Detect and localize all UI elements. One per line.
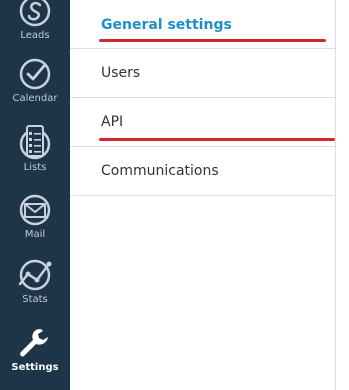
wrench-icon xyxy=(20,329,48,357)
sidebar-item-stats[interactable]: Stats xyxy=(0,258,70,306)
sidebar-item-settings[interactable]: Settings xyxy=(0,326,70,374)
menu-item-communications[interactable]: Communications xyxy=(70,147,335,196)
stats-icon xyxy=(18,259,52,291)
lists-icon xyxy=(19,125,51,160)
sidebar-item-label: Settings xyxy=(11,362,59,373)
right-gutter xyxy=(336,0,349,390)
sidebar-item-label: Stats xyxy=(22,294,48,305)
main-sidebar: Leads Calendar Lists Mail Stats Settings xyxy=(0,0,70,390)
sidebar-item-lists[interactable]: Lists xyxy=(0,124,70,174)
highlight-underline-api xyxy=(99,138,335,141)
sidebar-item-label: Calendar xyxy=(12,93,58,104)
sidebar-item-leads[interactable]: Leads xyxy=(0,0,70,42)
menu-item-label: Users xyxy=(101,65,141,81)
menu-item-label: Communications xyxy=(101,163,219,179)
sidebar-item-label: Lists xyxy=(23,162,47,173)
leads-icon xyxy=(19,0,51,27)
sidebar-item-label: Mail xyxy=(24,229,46,240)
sidebar-item-calendar[interactable]: Calendar xyxy=(0,57,70,105)
menu-item-label: General settings xyxy=(101,17,232,33)
settings-menu-panel: General settings Users API Communication… xyxy=(70,0,336,390)
highlight-underline-general-settings xyxy=(99,39,326,42)
sidebar-item-label: Leads xyxy=(20,30,50,41)
calendar-check-icon xyxy=(19,58,51,90)
mail-icon xyxy=(19,194,51,226)
menu-item-users[interactable]: Users xyxy=(70,49,335,98)
sidebar-item-mail[interactable]: Mail xyxy=(0,193,70,241)
menu-item-label: API xyxy=(101,114,124,130)
